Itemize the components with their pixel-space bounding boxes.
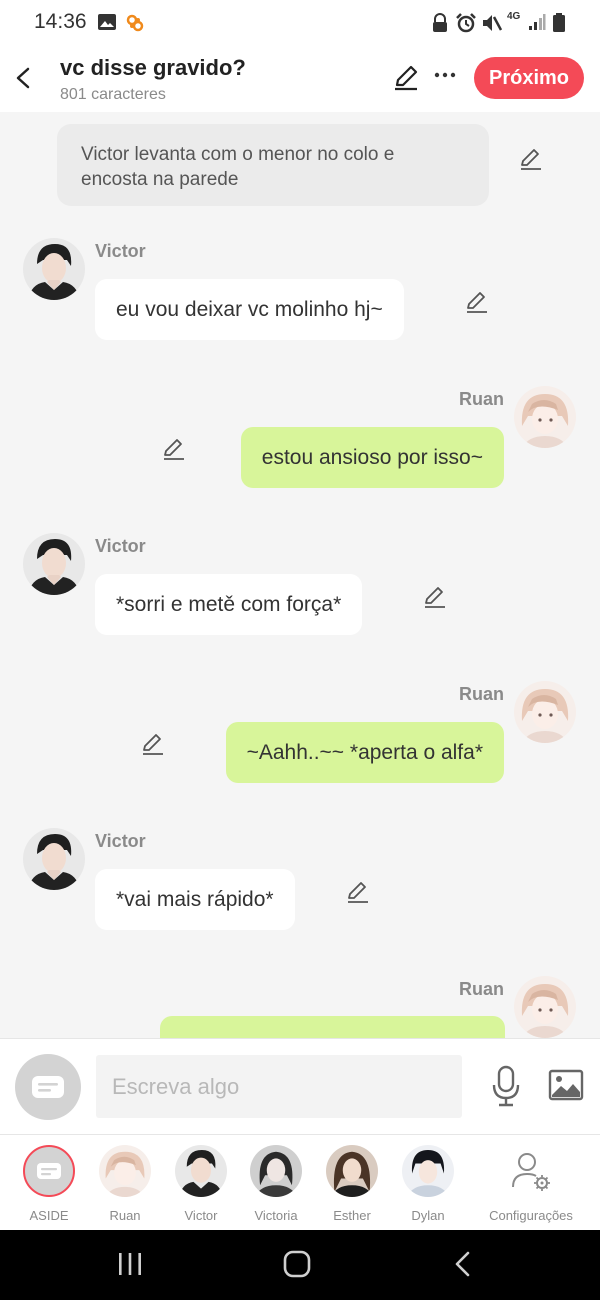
character-label: Victoria (254, 1208, 298, 1223)
character-bar: ASIDE Ruan Victor Victoria Esther Dylan … (0, 1134, 600, 1230)
header: vc disse gravido? 801 caracteres Próximo (0, 46, 600, 112)
edit-message-pencil-icon[interactable] (140, 731, 166, 757)
avatar-victoria (250, 1145, 302, 1197)
avatar-victor (175, 1145, 227, 1197)
system-nav-bar (0, 1230, 600, 1300)
character-label: Victor (184, 1208, 218, 1223)
chat-screen: 14:36 4G vc disse gravido? 801 caractere… (0, 0, 600, 1300)
sender-name: Victor (95, 831, 146, 851)
character-count: 801 caracteres (60, 86, 166, 103)
image-icon (548, 1069, 584, 1101)
settings-label: Configurações (489, 1208, 573, 1223)
character-label: ASIDE (29, 1208, 69, 1223)
avatar-victor[interactable] (23, 828, 85, 890)
edit-message-pencil-icon[interactable] (464, 289, 490, 315)
gallery-notification-icon (97, 13, 117, 36)
network-type-label: 4G (507, 11, 521, 22)
next-button[interactable]: Próximo (474, 57, 584, 99)
recent-apps-button[interactable] (117, 1250, 143, 1283)
composer-bar (0, 1038, 600, 1134)
character-esther[interactable]: Esther (316, 1145, 388, 1223)
message-bubble[interactable]: estou ansioso por isso~ (240, 427, 504, 488)
edit-title-button[interactable] (392, 64, 420, 92)
avatar-ruan[interactable] (514, 976, 576, 1038)
message-input[interactable] (96, 1055, 462, 1118)
network-type-icon: 4G (507, 12, 520, 22)
status-time: 14:36 (34, 10, 87, 33)
character-victor[interactable]: Victor (165, 1145, 237, 1223)
back-arrow-icon (455, 1251, 470, 1277)
avatar-ruan[interactable] (514, 386, 576, 448)
battery-icon (552, 13, 566, 38)
character-aside[interactable]: ASIDE (13, 1145, 85, 1223)
aside-icon (37, 1163, 61, 1179)
character-victoria[interactable]: Victoria (240, 1145, 312, 1223)
more-options-button[interactable] (432, 62, 458, 88)
aside-toggle-button[interactable] (15, 1054, 81, 1120)
sender-name: Ruan (459, 684, 504, 704)
edit-message-pencil-icon[interactable] (422, 584, 448, 610)
character-dylan[interactable]: Dylan (392, 1145, 464, 1223)
aside-avatar (23, 1145, 75, 1197)
edit-message-pencil-icon[interactable] (345, 879, 371, 905)
narration-block[interactable]: Victor levanta com o menor no colo e enc… (57, 124, 489, 206)
pencil-icon (395, 65, 418, 91)
sender-name: Victor (95, 536, 146, 556)
avatar-ruan[interactable] (514, 681, 576, 743)
app-notification-icon (125, 13, 145, 38)
signal-icon (528, 13, 546, 36)
edit-message-pencil-icon[interactable] (161, 436, 187, 462)
character-ruan[interactable]: Ruan (89, 1145, 161, 1223)
avatar-ruan (99, 1145, 151, 1197)
recent-apps-icon (119, 1253, 141, 1275)
home-button[interactable] (283, 1250, 311, 1283)
system-back-button[interactable] (453, 1250, 473, 1283)
back-arrow-icon (16, 67, 30, 89)
microphone-icon (492, 1065, 520, 1107)
avatar-victor[interactable] (23, 238, 85, 300)
avatar-victor[interactable] (23, 533, 85, 595)
home-icon (283, 1250, 311, 1278)
alarm-icon (455, 13, 477, 38)
user-settings-icon (505, 1145, 557, 1197)
message-bubble[interactable]: *sorri e metě com força* (95, 574, 363, 635)
image-upload-button[interactable] (548, 1069, 584, 1101)
status-bar: 14:36 4G (0, 0, 600, 46)
character-label: Ruan (109, 1208, 141, 1223)
avatar-dylan (402, 1145, 454, 1197)
mute-icon (481, 13, 503, 38)
sender-name: Victor (95, 241, 146, 261)
back-button[interactable] (10, 60, 36, 94)
microphone-button[interactable] (490, 1065, 522, 1107)
aside-icon (32, 1076, 64, 1098)
page-title: vc disse gravido? (60, 55, 246, 80)
edit-narration-pencil-icon[interactable] (518, 146, 544, 172)
message-bubble[interactable]: ~Aahh..~~ *aperta o alfa* (225, 722, 504, 783)
lock-icon (432, 13, 448, 38)
avatar-esther (326, 1145, 378, 1197)
message-bubble[interactable]: eu vou deixar vc molinho hj~ (95, 279, 404, 340)
sender-name: Ruan (459, 979, 504, 999)
more-icon (434, 72, 456, 78)
message-bubble[interactable]: *vai mais rápido* (95, 869, 295, 930)
settings-button[interactable]: Configurações (486, 1145, 576, 1223)
character-label: Dylan (411, 1208, 445, 1223)
character-label: Esther (333, 1208, 371, 1223)
sender-name: Ruan (459, 389, 504, 409)
message-bubble[interactable] (160, 1016, 505, 1038)
chat-area[interactable]: Victor levanta com o menor no colo e enc… (0, 112, 600, 1038)
